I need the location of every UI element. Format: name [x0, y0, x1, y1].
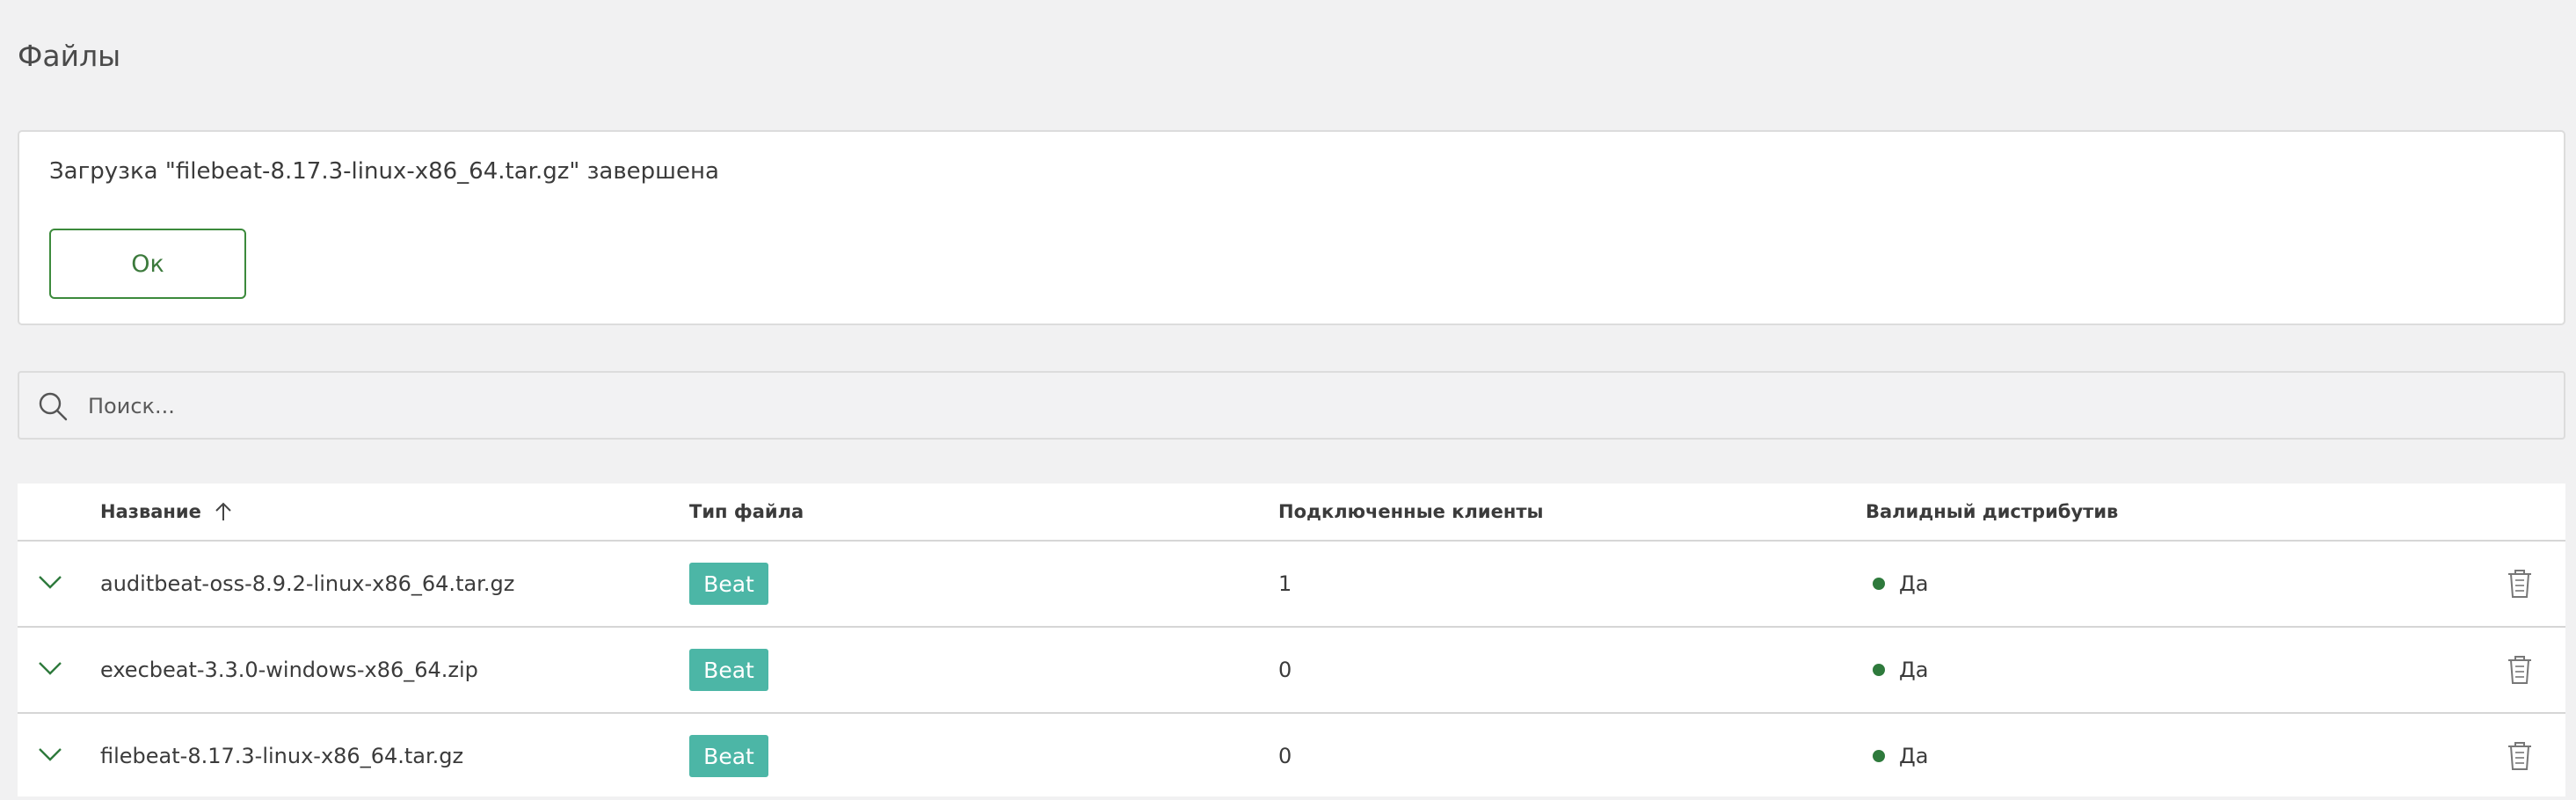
table-header: Название Тип файла Подключенные клиенты … [18, 484, 2565, 542]
table-row: execbeat-3.3.0-windows-x86_64.zip Beat 0… [18, 628, 2565, 714]
status-dot [1873, 664, 1885, 676]
table-row: auditbeat-oss-8.9.2-linux-x86_64.tar.gz … [18, 542, 2565, 628]
column-header-clients[interactable]: Подключенные клиенты [1278, 501, 1544, 522]
trash-icon[interactable] [2506, 740, 2534, 772]
file-name: filebeat-8.17.3-linux-x86_64.tar.gz [100, 744, 464, 768]
file-name: auditbeat-oss-8.9.2-linux-x86_64.tar.gz [100, 571, 515, 596]
search-input[interactable] [86, 382, 2534, 431]
connected-clients: 0 [1278, 658, 1292, 682]
page-title: Файлы [18, 39, 121, 73]
files-table: Название Тип файла Подключенные клиенты … [18, 484, 2565, 796]
file-type-badge: Beat [689, 649, 768, 691]
column-header-type[interactable]: Тип файла [689, 501, 804, 522]
search-bar [18, 371, 2565, 440]
valid-status: Да [1873, 658, 1928, 682]
valid-status-label: Да [1899, 744, 1929, 768]
column-header-name-label: Название [100, 501, 201, 522]
status-dot [1873, 750, 1885, 762]
file-name: execbeat-3.3.0-windows-x86_64.zip [100, 658, 478, 682]
upload-complete-message: Загрузка "filebeat-8.17.3-linux-x86_64.t… [49, 158, 719, 185]
upload-notification: Загрузка "filebeat-8.17.3-linux-x86_64.t… [18, 130, 2565, 325]
valid-status-label: Да [1899, 658, 1929, 682]
trash-icon[interactable] [2506, 568, 2534, 600]
status-dot [1873, 578, 1885, 590]
valid-status: Да [1873, 744, 1928, 768]
valid-status-label: Да [1899, 571, 1929, 596]
connected-clients: 1 [1278, 571, 1292, 596]
file-type-badge: Beat [689, 735, 768, 777]
valid-status: Да [1873, 571, 1928, 596]
ok-button[interactable]: Ок [49, 229, 246, 299]
chevron-down-icon[interactable] [37, 659, 63, 677]
arrow-up-icon[interactable] [214, 501, 233, 522]
connected-clients: 0 [1278, 744, 1292, 768]
trash-icon[interactable] [2506, 654, 2534, 686]
column-header-name[interactable]: Название [100, 501, 233, 522]
chevron-down-icon[interactable] [37, 745, 63, 763]
search-icon [39, 392, 68, 421]
chevron-down-icon[interactable] [37, 573, 63, 591]
column-header-valid[interactable]: Валидный дистрибутив [1866, 501, 2118, 522]
file-type-badge: Beat [689, 563, 768, 605]
table-row: filebeat-8.17.3-linux-x86_64.tar.gz Beat… [18, 714, 2565, 800]
